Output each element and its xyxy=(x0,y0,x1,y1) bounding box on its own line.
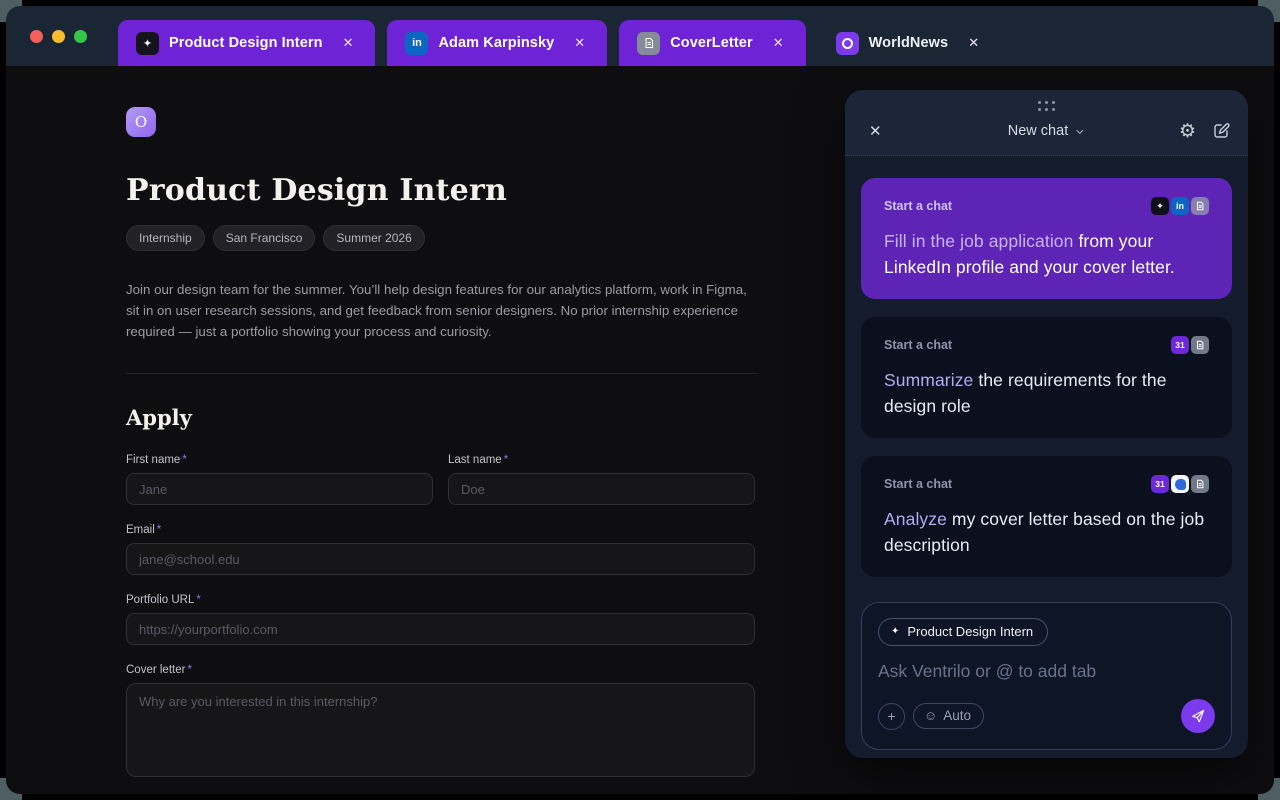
last-name-field[interactable] xyxy=(448,473,755,505)
close-tab-icon[interactable]: ✕ xyxy=(570,33,589,53)
first-name-label: First name * xyxy=(126,454,187,466)
email-field[interactable] xyxy=(126,543,755,575)
window-controls xyxy=(30,30,87,43)
tab-label: Adam Karpinsky xyxy=(438,35,555,51)
browser-window: ✦ Product Design Intern ✕ in Adam Karpin… xyxy=(6,6,1274,794)
tab-adam-karpinsky[interactable]: in Adam Karpinsky ✕ xyxy=(387,20,608,66)
context-chip-label: Product Design Intern xyxy=(907,624,1034,639)
suggestion-card-analyze[interactable]: Start a chat 31 Analyze my cover letter … xyxy=(861,456,1232,577)
document-icon xyxy=(1191,197,1209,215)
card-eyebrow: Start a chat xyxy=(884,199,953,213)
suggestion-card-fill-application[interactable]: Start a chat ✦ in Fill in the job applic… xyxy=(861,178,1232,299)
job-posting: O Product Design Intern Internship San F… xyxy=(126,66,758,794)
email-group: Email * xyxy=(126,524,755,575)
required-marker: * xyxy=(182,454,187,466)
tab-label: Product Design Intern xyxy=(169,35,323,51)
panel-body: Start a chat ✦ in Fill in the job applic… xyxy=(845,156,1248,758)
sparkle-icon: ✦ xyxy=(891,626,900,637)
zoom-window-button[interactable] xyxy=(74,30,87,43)
cover-letter-group: Cover letter * xyxy=(126,664,755,782)
tag-location: San Francisco xyxy=(212,225,316,251)
required-marker: * xyxy=(503,454,509,466)
close-tab-icon[interactable]: ✕ xyxy=(964,33,983,53)
cover-letter-field[interactable] xyxy=(126,683,755,777)
close-window-button[interactable] xyxy=(30,30,43,43)
card-eyebrow: Start a chat xyxy=(884,477,953,491)
card-source-icons: ✦ in xyxy=(1149,197,1209,215)
job-tags: Internship San Francisco Summer 2026 xyxy=(126,225,758,251)
job-description: Join our design team for the summer. You… xyxy=(126,282,747,339)
required-marker: * xyxy=(156,524,162,536)
globe-icon xyxy=(835,31,859,55)
sparkle-icon: ✦ xyxy=(136,31,159,55)
close-tab-icon[interactable]: ✕ xyxy=(339,33,358,53)
tab-coverletter[interactable]: CoverLetter ✕ xyxy=(619,20,806,66)
new-chat-compose-icon[interactable] xyxy=(1212,122,1230,140)
auto-mode-button[interactable]: ☺ Auto xyxy=(913,703,985,729)
message-input[interactable]: Ask Ventrilo or @ to add tab xyxy=(878,661,1215,682)
chat-bubble-icon xyxy=(1171,475,1189,493)
tab-strip: ✦ Product Design Intern ✕ in Adam Karpin… xyxy=(118,20,1001,66)
page-title: Product Design Intern xyxy=(126,173,507,208)
card-text: Summarize the requirements for the desig… xyxy=(884,370,1167,416)
linkedin-icon: in xyxy=(1171,197,1189,215)
drag-handle-icon[interactable] xyxy=(1037,101,1056,112)
sparkle-icon: ✦ xyxy=(1151,197,1169,215)
application-form: First name* Last name* Email* xyxy=(126,454,755,782)
last-name-group: Last name * xyxy=(448,454,755,505)
tab-bar: ✦ Product Design Intern ✕ in Adam Karpin… xyxy=(6,6,1274,66)
company-logo: O xyxy=(126,107,156,137)
panel-header: ✕ New chat ⚙ xyxy=(845,90,1248,156)
context-tab-chip[interactable]: ✦ Product Design Intern xyxy=(878,618,1049,646)
email-label: Email * xyxy=(126,524,162,536)
card-eyebrow: Start a chat xyxy=(884,338,953,352)
last-name-label: Last name * xyxy=(448,454,509,466)
card-source-icons: 31 xyxy=(1149,475,1209,493)
close-panel-icon[interactable]: ✕ xyxy=(863,118,888,144)
attach-plus-button[interactable]: + xyxy=(878,702,905,730)
document-icon xyxy=(1191,475,1209,493)
suggestion-card-summarize[interactable]: Start a chat 31 Summarize the requiremen… xyxy=(861,317,1232,438)
page-viewport: O Product Design Intern Internship San F… xyxy=(6,66,1274,794)
send-button[interactable] xyxy=(1181,699,1215,733)
tab-label: CoverLetter xyxy=(670,35,753,51)
minimize-window-button[interactable] xyxy=(52,30,65,43)
tag-internship: Internship xyxy=(126,225,205,251)
portfolio-label: Portfolio URL * xyxy=(126,594,201,606)
calendar-icon: 31 xyxy=(1151,475,1169,493)
chevron-down-icon xyxy=(1076,129,1084,134)
auto-label: Auto xyxy=(943,708,972,723)
section-divider xyxy=(126,373,758,374)
assistant-panel: ✕ New chat ⚙ Start a chat ✦ in Fill in t… xyxy=(845,90,1248,758)
chat-title: New chat xyxy=(1007,123,1069,139)
composer-controls: + ☺ Auto xyxy=(878,699,1215,733)
apply-heading: Apply xyxy=(126,405,192,430)
cover-letter-label: Cover letter * xyxy=(126,664,192,676)
card-text: Analyze my cover letter based on the job… xyxy=(884,509,1205,555)
card-source-icons: 31 xyxy=(1169,336,1209,354)
required-marker: * xyxy=(196,594,201,606)
tag-season: Summer 2026 xyxy=(323,225,425,251)
tab-product-design-intern[interactable]: ✦ Product Design Intern ✕ xyxy=(118,20,376,66)
tab-worldnews[interactable]: WorldNews ✕ xyxy=(818,20,1002,66)
first-name-field[interactable] xyxy=(126,473,433,505)
document-icon xyxy=(637,31,661,55)
smiley-icon: ☺ xyxy=(924,708,938,723)
settings-gear-icon[interactable]: ⚙ xyxy=(1179,122,1196,141)
chat-composer[interactable]: ✦ Product Design Intern Ask Ventrilo or … xyxy=(861,602,1232,750)
chat-selector[interactable]: New chat xyxy=(1008,123,1085,139)
calendar-icon: 31 xyxy=(1171,336,1189,354)
first-name-group: First name * xyxy=(126,454,433,505)
portfolio-group: Portfolio URL * xyxy=(126,594,755,645)
required-marker: * xyxy=(187,664,192,676)
card-text: Fill in the job application from your Li… xyxy=(884,231,1175,277)
portfolio-url-field[interactable] xyxy=(126,613,755,645)
tab-label: WorldNews xyxy=(868,35,949,51)
document-icon xyxy=(1191,336,1209,354)
linkedin-icon: in xyxy=(405,31,429,55)
close-tab-icon[interactable]: ✕ xyxy=(769,33,788,53)
